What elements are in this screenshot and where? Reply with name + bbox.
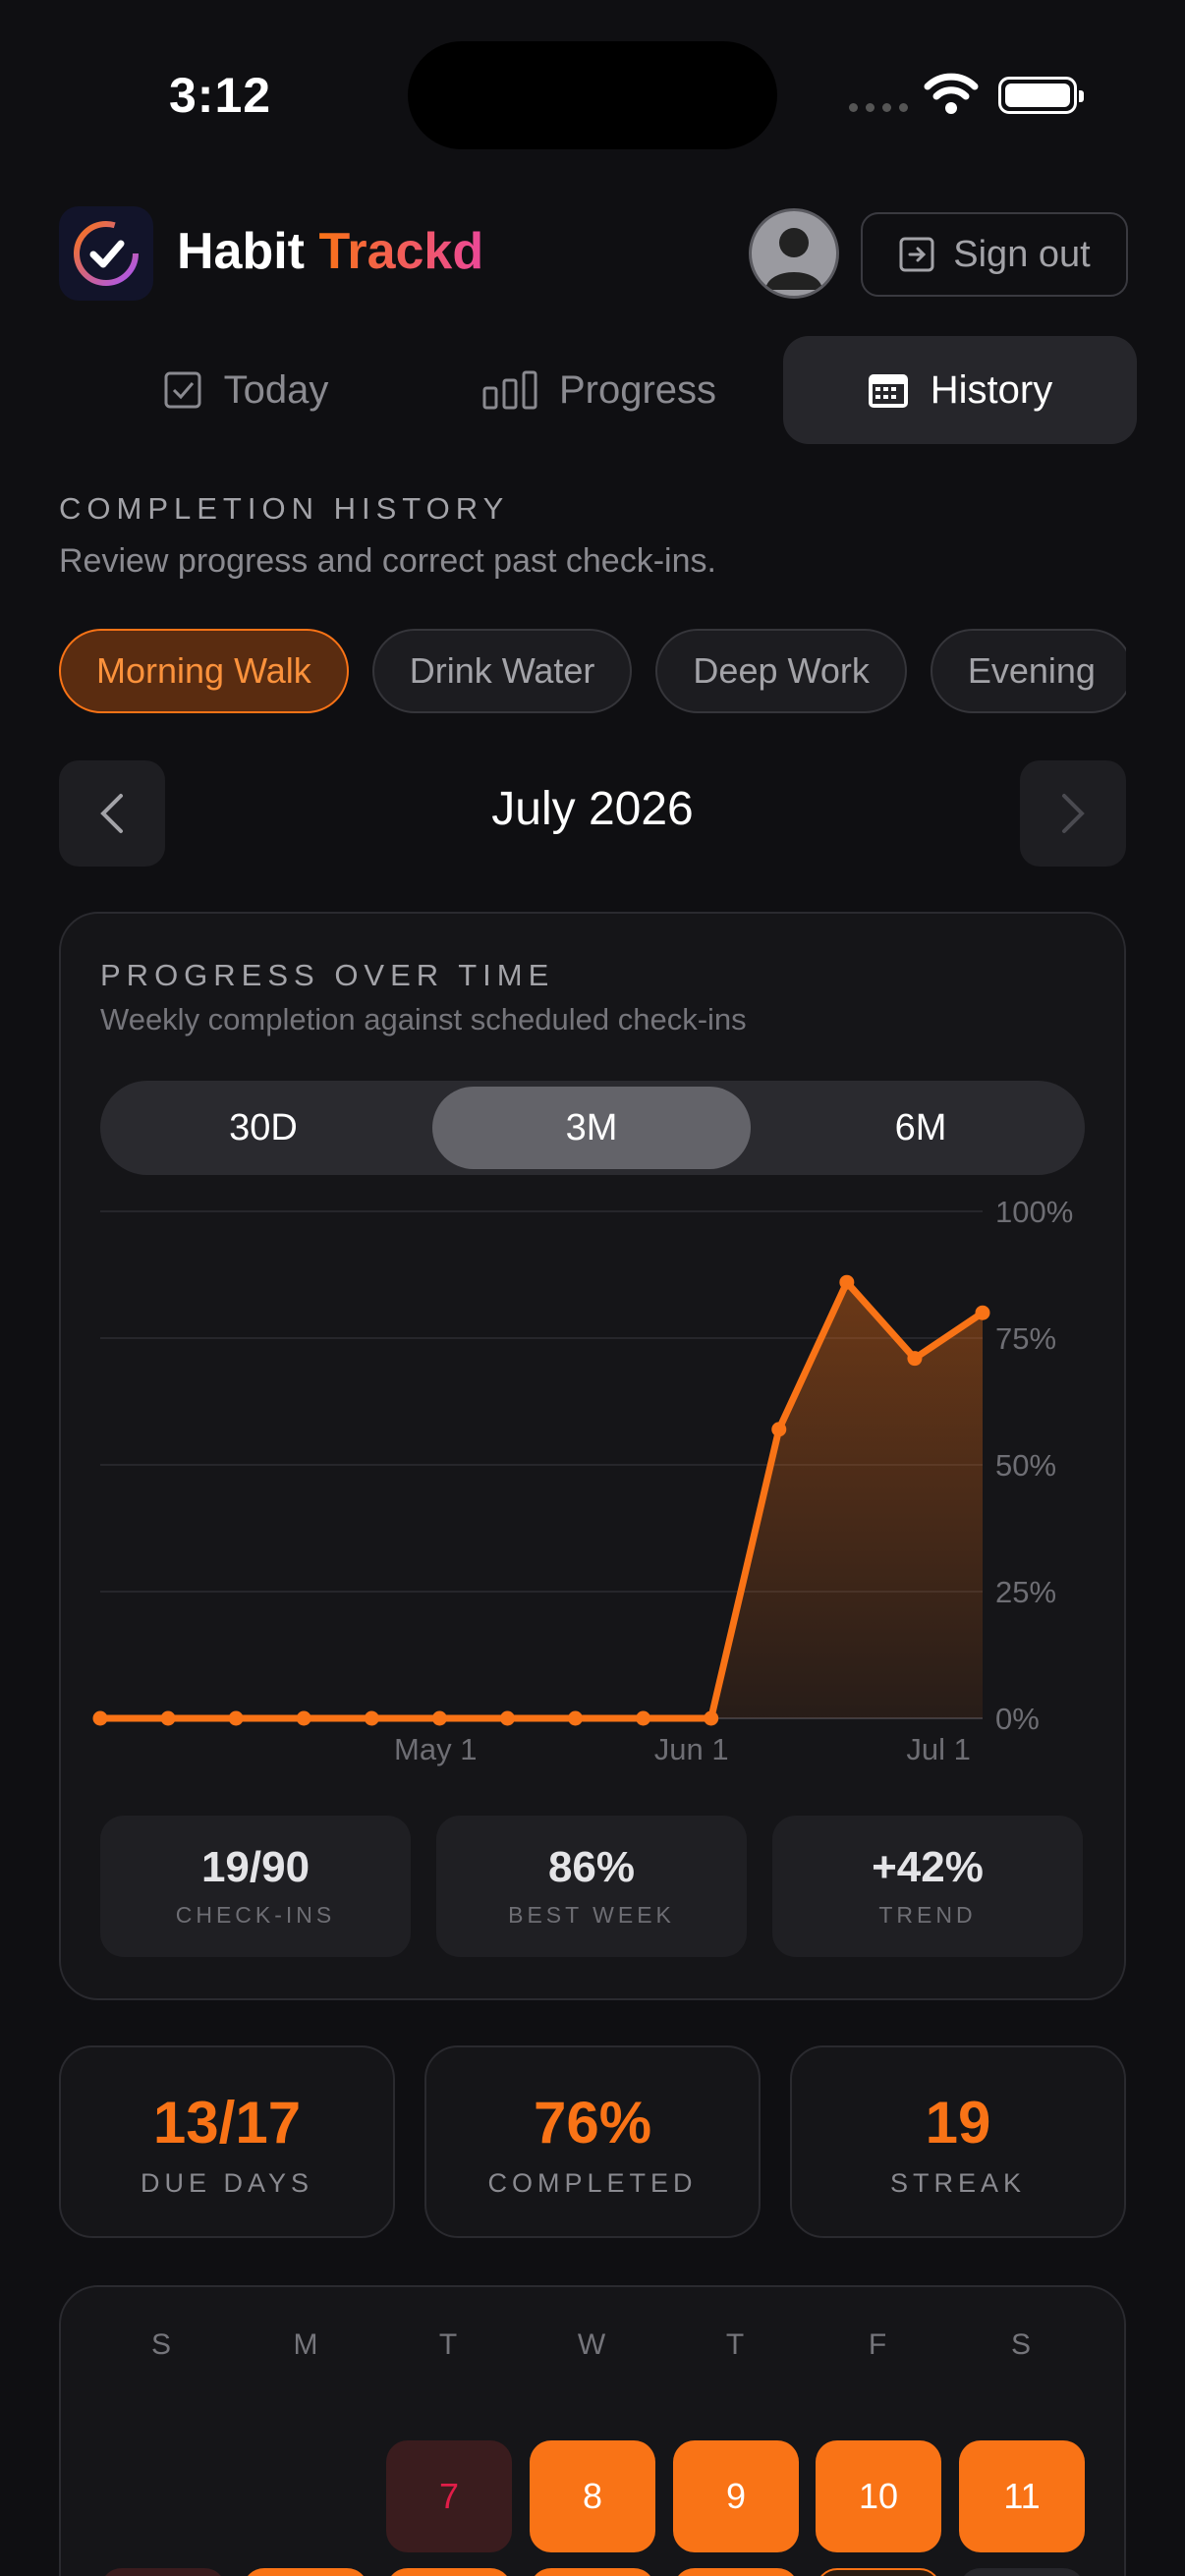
weekday-fri: F [868,2328,887,2361]
chart-data-point[interactable] [975,1305,990,1320]
calendar-day[interactable] [816,2568,941,2576]
chart-data-point[interactable] [228,1710,244,1726]
weekday-mon: M [293,2328,318,2361]
summary-due-days-value: 13/17 [152,2090,302,2156]
chart-data-point[interactable] [296,1710,311,1726]
progress-chart: 100% 75% 50% 25% 0% May 1 Jun 1 Jul 1 [92,1195,1073,1766]
chart-data-point[interactable] [568,1710,584,1726]
chart-data-point[interactable] [364,1710,379,1726]
summary-completed-value: 76% [533,2090,652,2156]
summary-due-days: 13/17 DUE DAYS [59,2045,395,2238]
summary-due-days-label: DUE DAYS [140,2168,314,2198]
calendar-day[interactable] [959,2568,1085,2576]
stat-trend-label: TREND [878,1902,977,1928]
stat-check-ins-label: CHECK-INS [175,1902,336,1928]
weekday-wed: W [577,2328,606,2361]
chart-x-tick-label: Jul 1 [906,1732,970,1766]
chart-y-tick-label: 25% [995,1575,1056,1609]
stat-best-week-label: BEST WEEK [508,1902,675,1928]
summary-streak-label: STREAK [889,2168,1027,2198]
stat-trend: +42% TREND [772,1816,1083,1957]
chart-data-point[interactable] [907,1351,923,1367]
weekday-thu: T [725,2328,745,2361]
chart-y-tick-label: 0% [995,1702,1040,1736]
chart-data-point[interactable] [839,1274,855,1290]
summary-completed: 76% COMPLETED [424,2045,761,2238]
calendar-day[interactable] [673,2568,799,2576]
calendar-day[interactable] [243,2568,368,2576]
chart-data-point[interactable] [160,1710,176,1726]
stat-check-ins-value: 19/90 [200,1843,310,1891]
chart-data-point[interactable] [431,1710,447,1726]
chart-x-tick-label: May 1 [394,1732,477,1766]
calendar-day[interactable] [530,2568,655,2576]
chart-data-point[interactable] [92,1710,108,1726]
weekday-sat: S [1010,2328,1031,2361]
chart-y-tick-label: 100% [995,1195,1073,1229]
calendar-day[interactable]: 9 [673,2440,799,2552]
summary-streak: 19 STREAK [790,2045,1126,2238]
summary-completed-label: COMPLETED [487,2168,698,2198]
chart-data-point[interactable] [636,1710,651,1726]
chart-data-point[interactable] [771,1422,787,1437]
chart-y-tick-label: 50% [995,1448,1056,1483]
chart-x-tick-label: Jun 1 [654,1732,729,1766]
chart-data-point[interactable] [704,1710,719,1726]
weekday-tue: T [438,2328,458,2361]
stat-trend-value: +42% [872,1843,984,1891]
calendar-day[interactable]: 11 [959,2440,1085,2552]
weekday-sun: S [150,2328,171,2361]
stat-best-week: 86% BEST WEEK [436,1816,747,1957]
chart-y-tick-label: 75% [995,1321,1056,1356]
stat-best-week-value: 86% [547,1843,636,1891]
calendar-day[interactable]: 7 [386,2440,512,2552]
calendar-day[interactable] [100,2568,226,2576]
calendar-day[interactable]: 8 [530,2440,655,2552]
chart-area-fill [100,1282,983,1718]
chart-data-point[interactable] [499,1710,515,1726]
stat-check-ins: 19/90 CHECK-INS [100,1816,411,1957]
summary-streak-value: 19 [925,2090,991,2156]
calendar-day[interactable]: 10 [816,2440,941,2552]
calendar-day[interactable] [386,2568,512,2576]
